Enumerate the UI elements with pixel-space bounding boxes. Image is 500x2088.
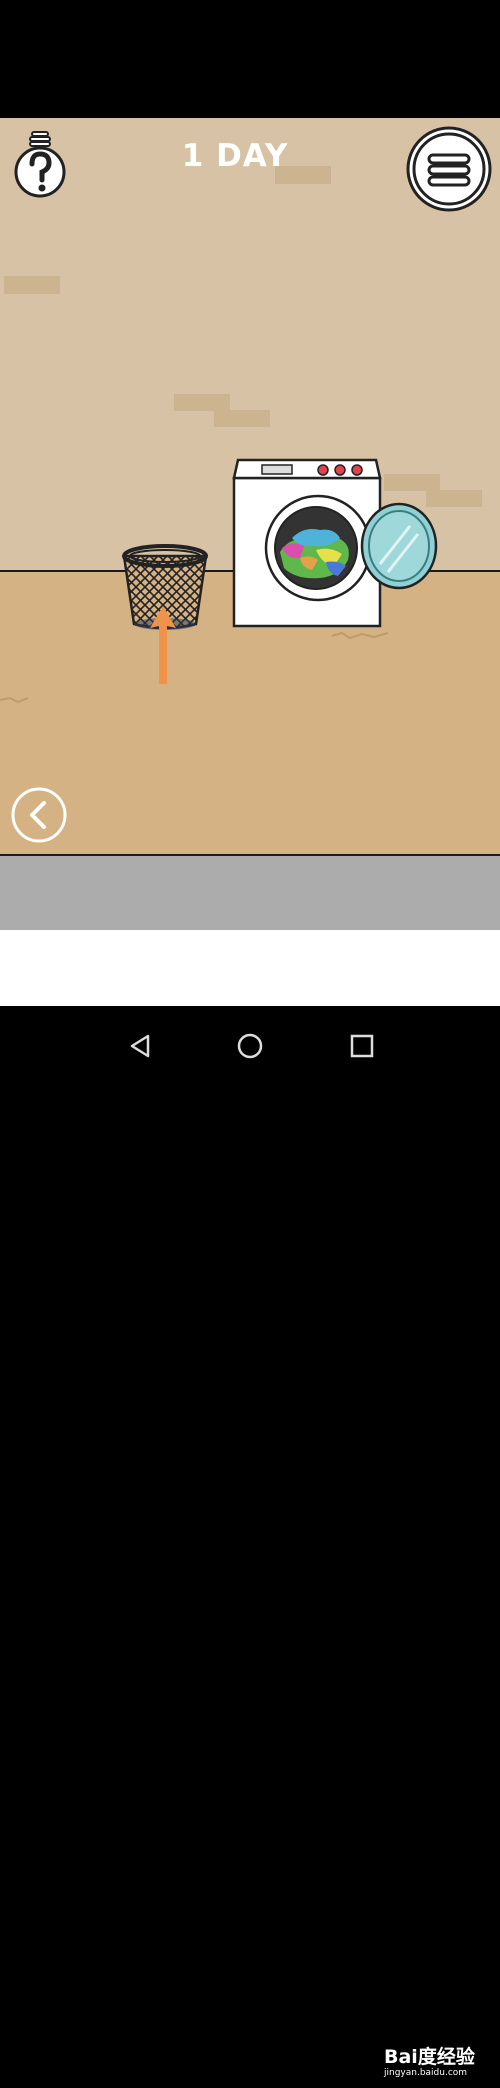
system-nav-bar: Bai度经验 jingyan.baidu.com — [0, 1006, 500, 2078]
wall-brick — [174, 394, 230, 411]
hamburger-menu-icon — [406, 126, 492, 212]
triangle-back-icon — [130, 1034, 150, 1058]
nav-recents-button[interactable] — [346, 1030, 378, 1062]
circle-home-icon — [237, 1033, 263, 1059]
day-counter: 1 DAY — [181, 138, 289, 174]
nav-back-button[interactable] — [124, 1030, 156, 1062]
status-bar — [0, 0, 500, 118]
washing-machine-icon — [232, 458, 438, 628]
ad-banner-area — [0, 930, 500, 1006]
up-arrow-hint-icon — [148, 606, 178, 686]
baidu-watermark: Bai度经验 jingyan.baidu.com — [384, 2042, 500, 2088]
wall-brick — [4, 276, 60, 294]
watermark-brand: Bai度经验 — [384, 2046, 475, 2068]
square-recents-icon — [350, 1034, 374, 1058]
washing-machine[interactable] — [230, 454, 440, 630]
menu-button[interactable] — [406, 126, 492, 212]
chevron-left-icon — [11, 787, 67, 843]
hint-button[interactable] — [12, 128, 68, 202]
wall-brick — [214, 410, 270, 427]
back-button[interactable] — [10, 786, 68, 844]
nav-home-button[interactable] — [234, 1030, 266, 1062]
inventory-bar — [0, 854, 500, 930]
watermark-url: jingyan.baidu.com — [384, 2068, 468, 2078]
lightbulb-question-icon — [14, 131, 66, 198]
floor-crack — [0, 696, 29, 704]
floor-crack — [331, 631, 389, 640]
game-scene: 1 DAY — [0, 118, 500, 854]
